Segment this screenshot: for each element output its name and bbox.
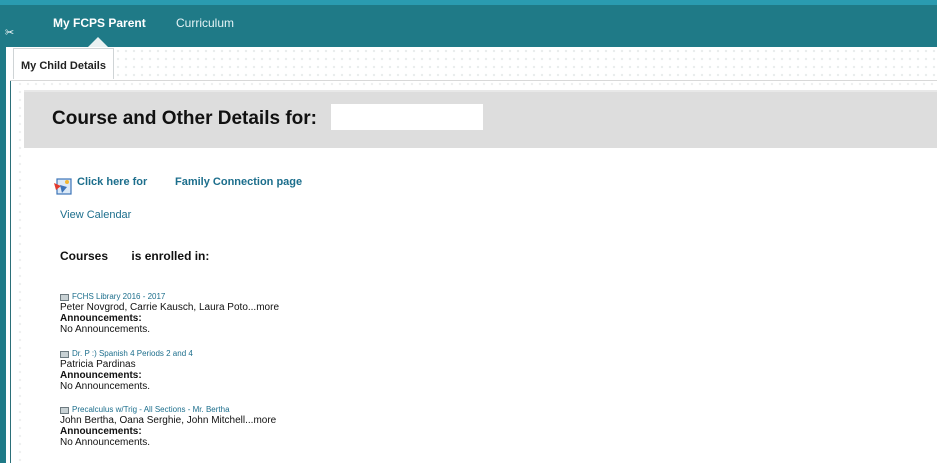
family-connection-prefix[interactable]: Click here for bbox=[77, 176, 147, 188]
course-title[interactable]: Precalculus w/Trig - All Sections - Mr. … bbox=[72, 405, 230, 415]
course-title[interactable]: Dr. P :) Spanish 4 Periods 2 and 4 bbox=[72, 349, 193, 359]
course-staff: Peter Novgrod, Carrie Kausch, Laura Poto… bbox=[60, 302, 279, 313]
book-icon bbox=[60, 293, 69, 301]
announcements-text: No Announcements. bbox=[60, 437, 151, 448]
sub-navigation-bar bbox=[10, 47, 937, 81]
more-link[interactable]: more bbox=[253, 415, 276, 426]
announcements-text: No Announcements. bbox=[60, 381, 151, 392]
left-rail bbox=[0, 47, 11, 463]
left-rail-accent bbox=[0, 47, 6, 463]
course-staff: John Bertha, Oana Serghie, John Mitchell… bbox=[60, 415, 276, 426]
course-staff-names: John Bertha, Oana Serghie, John Mitchell… bbox=[60, 415, 254, 426]
active-tab-pointer bbox=[88, 37, 108, 47]
course-staff-names: Peter Novgrod, Carrie Kausch, Laura Poto… bbox=[60, 302, 257, 313]
course-staff-names: Patricia Pardinas bbox=[60, 359, 136, 370]
tab-curriculum[interactable]: Curriculum bbox=[176, 16, 234, 30]
page-title: Course and Other Details for: bbox=[52, 108, 317, 129]
course-item: FCHS Library 2016 - 2017 Peter Novgrod, … bbox=[60, 292, 279, 335]
course-title-row[interactable]: Dr. P :) Spanish 4 Periods 2 and 4 bbox=[60, 349, 193, 359]
student-name-box bbox=[331, 104, 483, 130]
announcements-text: No Announcements. bbox=[60, 324, 151, 335]
courses-heading-right: is enrolled in: bbox=[131, 249, 210, 263]
top-navigation-bar: ✂ My FCPS Parent Curriculum bbox=[0, 0, 937, 47]
top-accent-strip bbox=[0, 0, 937, 5]
course-title[interactable]: FCHS Library 2016 - 2017 bbox=[72, 292, 165, 302]
tab-my-child-details[interactable]: My Child Details bbox=[13, 48, 114, 79]
tab-my-fcps-parent[interactable]: My FCPS Parent bbox=[53, 16, 146, 30]
course-title-row[interactable]: FCHS Library 2016 - 2017 bbox=[60, 292, 279, 302]
book-icon bbox=[60, 406, 69, 414]
link-icon: ✂ bbox=[5, 26, 15, 39]
course-item: Dr. P :) Spanish 4 Periods 2 and 4 Patri… bbox=[60, 349, 193, 392]
more-link[interactable]: more bbox=[256, 302, 279, 313]
course-staff: Patricia Pardinas bbox=[60, 359, 193, 370]
courses-heading: Courses is enrolled in: bbox=[60, 249, 229, 263]
course-item: Precalculus w/Trig - All Sections - Mr. … bbox=[60, 405, 276, 448]
family-connection-icon[interactable] bbox=[52, 175, 74, 197]
family-connection-link[interactable]: Family Connection page bbox=[175, 176, 302, 188]
announcements-label: Announcements: bbox=[60, 313, 142, 324]
courses-heading-left: Courses bbox=[60, 249, 109, 263]
announcements-label: Announcements: bbox=[60, 370, 142, 381]
announcements-label: Announcements: bbox=[60, 426, 142, 437]
view-calendar-link[interactable]: View Calendar bbox=[60, 209, 131, 221]
book-icon bbox=[60, 350, 69, 358]
course-title-row[interactable]: Precalculus w/Trig - All Sections - Mr. … bbox=[60, 405, 276, 415]
